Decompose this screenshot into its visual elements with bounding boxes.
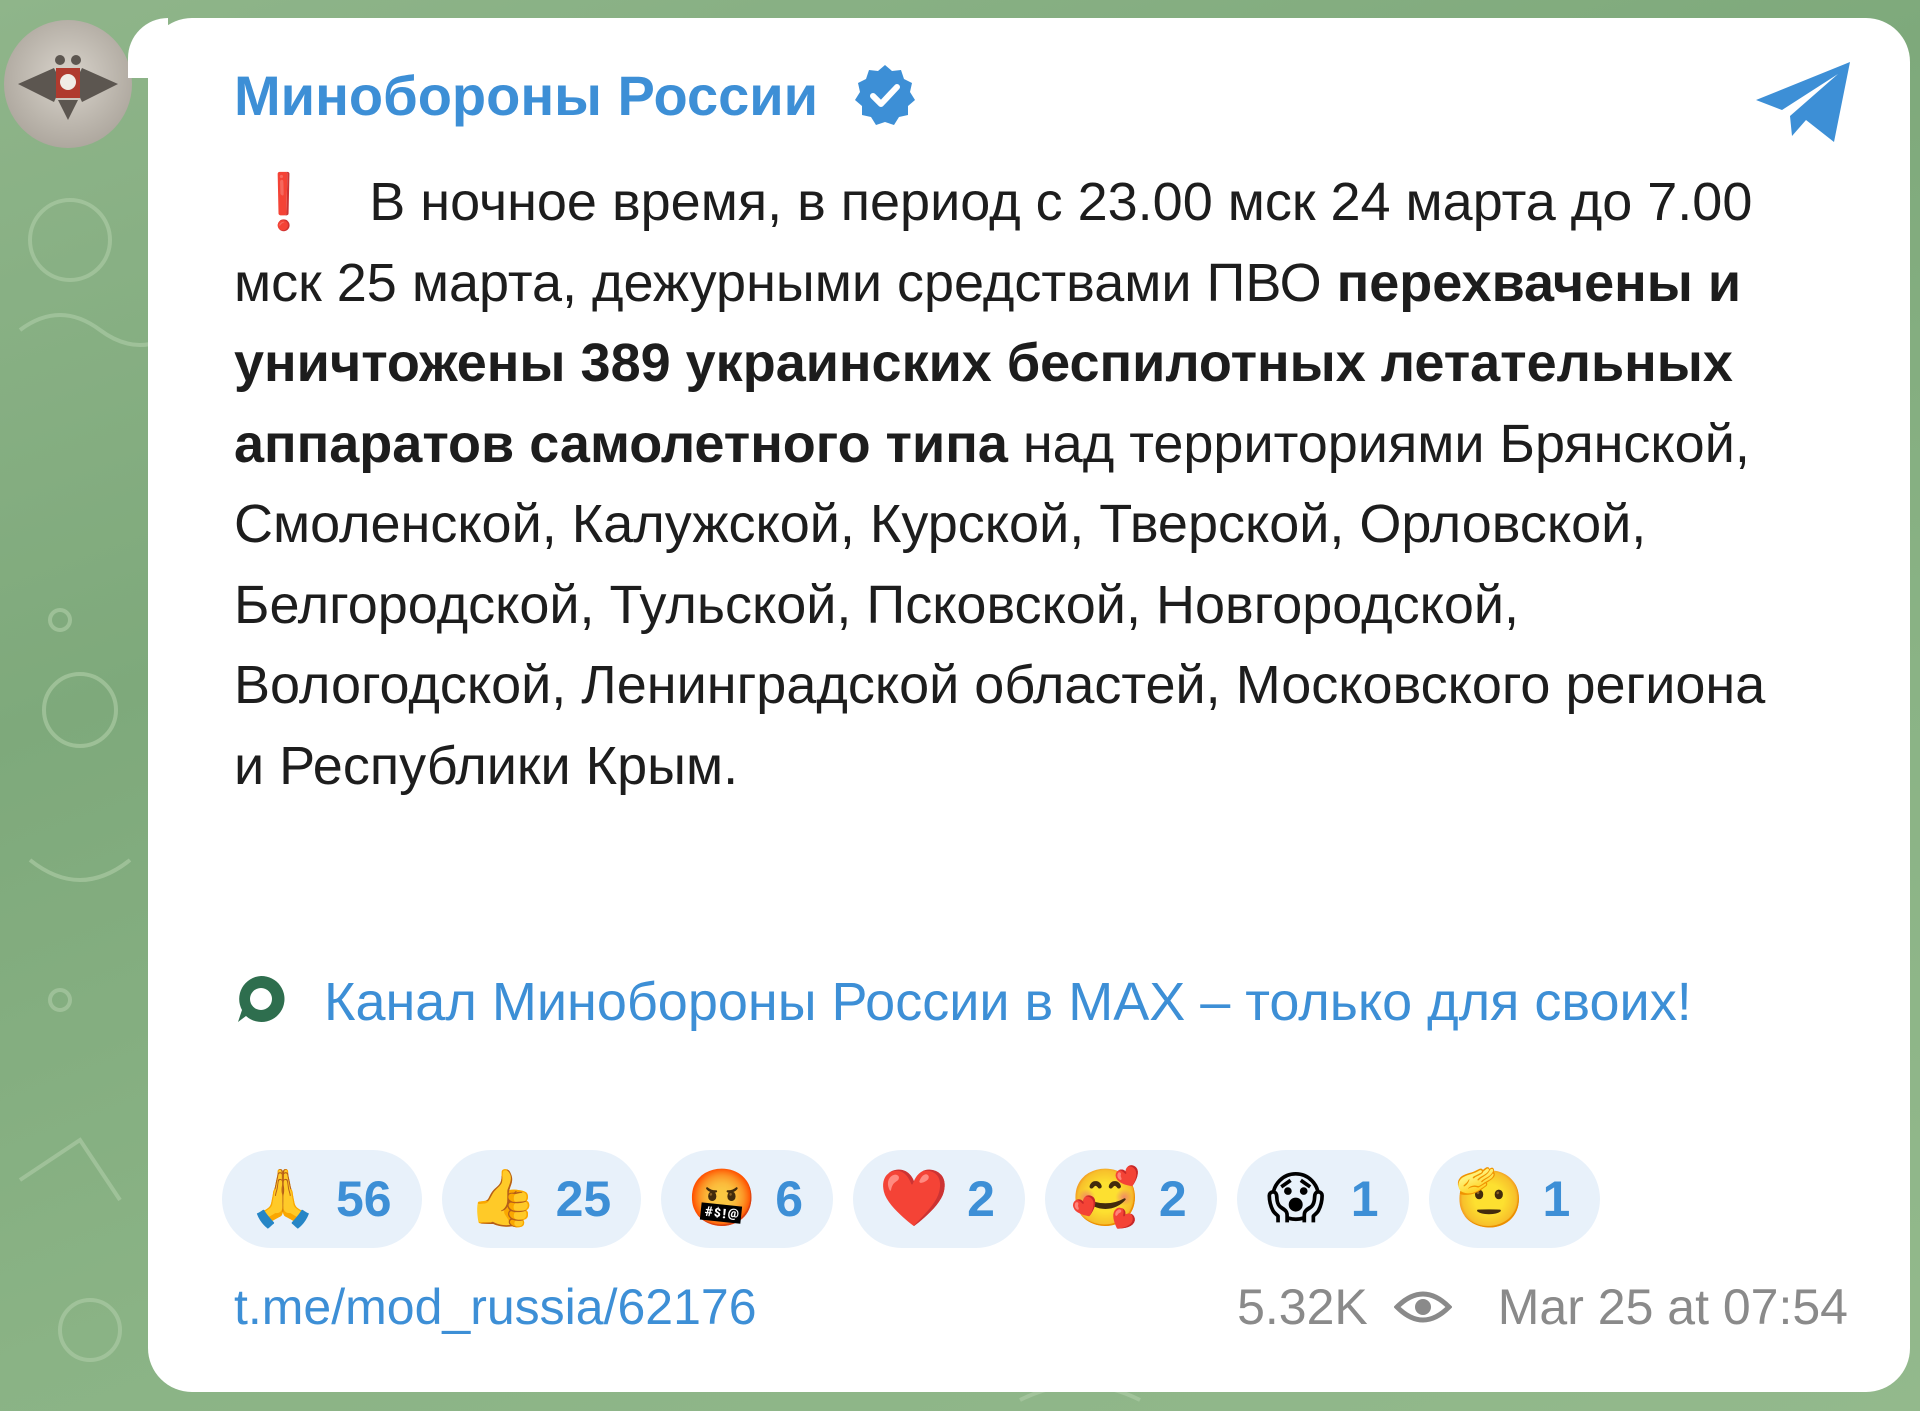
reaction-count: 2 (967, 1171, 995, 1227)
promo-link[interactable]: Канал Минобороны России в MAX – только д… (234, 962, 1794, 1042)
reaction-thumbs-up[interactable]: 👍 25 (441, 1150, 642, 1248)
post-timestamp: Mar 25 at 07:54 (1497, 1279, 1848, 1335)
thumbs-up-emoji-icon: 👍 (467, 1166, 538, 1231)
reaction-angry[interactable]: 🤬 6 (661, 1150, 834, 1248)
post-meta: 5.32K Mar 25 at 07:54 (1237, 1278, 1848, 1336)
heart-emoji-icon: ❤️ (879, 1166, 949, 1231)
smiling-hearts-emoji-icon: 🥰 (1070, 1166, 1141, 1231)
promo-text: Канал Минобороны России в MAX – только д… (324, 972, 1692, 1032)
alert-icon: ❗ (250, 172, 318, 232)
salute-emoji-icon: 🫡 (1454, 1166, 1525, 1231)
telegram-share-icon[interactable] (1752, 56, 1856, 148)
reaction-count: 56 (336, 1171, 392, 1227)
verified-badge-icon (855, 65, 916, 125)
cursing-face-emoji-icon: 🤬 (687, 1166, 757, 1231)
pray-emoji-icon: 🙏 (248, 1166, 318, 1231)
max-chat-icon (238, 975, 285, 1022)
reaction-scream[interactable]: 😱 1 (1236, 1150, 1409, 1248)
reaction-count: 2 (1158, 1171, 1187, 1227)
reaction-count: 25 (555, 1171, 612, 1227)
reaction-count: 1 (1350, 1171, 1379, 1227)
scream-emoji-icon: 😱 (1266, 1166, 1325, 1231)
reaction-count: 1 (1542, 1171, 1571, 1227)
message-text: ❗ В ночное время, в период с 23.00 мск 24… (234, 162, 1794, 806)
channel-avatar[interactable] (4, 20, 132, 148)
channel-name[interactable]: Минобороны России (234, 62, 918, 128)
eye-icon (1393, 1291, 1452, 1323)
post-link[interactable]: t.me/mod_russia/62176 (234, 1278, 757, 1336)
reactions-bar: 🙏 56 👍 25 🤬 6 ❤️ 2 🥰 2 😱 1 🫡 1 (222, 1150, 1601, 1248)
channel-name-label: Минобороны России (234, 63, 819, 127)
reaction-count: 6 (775, 1171, 804, 1227)
reaction-smiling-hearts[interactable]: 🥰 2 (1044, 1150, 1217, 1248)
reaction-salute[interactable]: 🫡 1 (1428, 1150, 1601, 1248)
views-count: 5.32K (1237, 1279, 1368, 1335)
reaction-heart[interactable]: ❤️ 2 (853, 1150, 1025, 1248)
reaction-pray[interactable]: 🙏 56 (222, 1150, 422, 1248)
